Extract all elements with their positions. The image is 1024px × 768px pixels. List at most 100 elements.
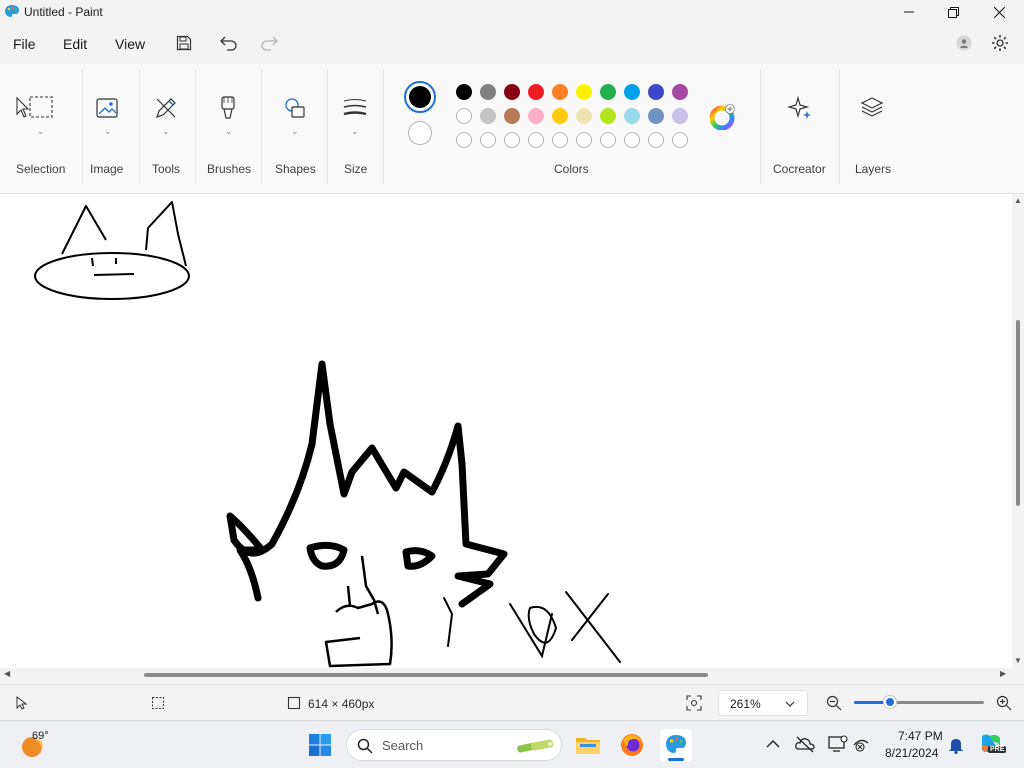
minimize-button[interactable] — [886, 0, 932, 24]
custom-color-slot[interactable] — [528, 132, 544, 148]
color-swatch[interactable] — [624, 84, 640, 100]
brushes-group[interactable]: ⌄ Brushes — [196, 64, 260, 188]
menu-view[interactable]: View — [115, 36, 145, 52]
shapes-tool[interactable] — [282, 94, 308, 122]
firefox-button[interactable] — [616, 729, 648, 761]
color-swatch[interactable] — [672, 108, 688, 124]
menu-file[interactable]: File — [13, 36, 36, 52]
drawing-canvas[interactable] — [0, 194, 1012, 668]
firefox-icon — [621, 734, 643, 756]
custom-color-slot[interactable] — [648, 132, 664, 148]
color-swatch[interactable] — [552, 84, 568, 100]
undo-button[interactable] — [218, 32, 240, 54]
color-swatch[interactable] — [504, 84, 520, 100]
paint-app-icon — [5, 5, 19, 17]
color-swatch[interactable] — [624, 108, 640, 124]
scroll-right-icon[interactable]: ▶ — [1000, 669, 1006, 678]
notification-bell-icon[interactable] — [948, 736, 964, 754]
restore-button[interactable] — [930, 0, 976, 24]
size-tool[interactable] — [342, 94, 368, 122]
save-button[interactable] — [173, 32, 195, 54]
scroll-left-icon[interactable]: ◀ — [4, 669, 10, 678]
brushes-label: Brushes — [207, 162, 252, 176]
display-icon[interactable] — [828, 735, 848, 753]
zoom-in-icon[interactable] — [996, 695, 1012, 711]
color-swatch[interactable] — [672, 84, 688, 100]
color-swatch[interactable] — [456, 84, 472, 100]
color-swatch[interactable] — [480, 84, 496, 100]
menu-bar: File Edit View — [0, 26, 1024, 62]
primary-color-swatch — [409, 86, 431, 108]
custom-color-slot[interactable] — [456, 132, 472, 148]
secondary-color-swatch[interactable] — [408, 121, 432, 145]
menu-edit[interactable]: Edit — [63, 36, 87, 52]
color-swatch[interactable] — [648, 108, 664, 124]
custom-color-slot[interactable] — [552, 132, 568, 148]
network-status-icon[interactable] — [852, 735, 872, 753]
zoom-out-icon[interactable] — [826, 695, 842, 711]
snout-drawing — [324, 555, 393, 668]
taskbar-search[interactable]: Search — [346, 729, 562, 761]
selection-group[interactable]: ⌄ Selection — [0, 64, 82, 188]
fit-to-window-icon[interactable] — [686, 695, 702, 711]
cocreator-tool[interactable] — [786, 94, 814, 122]
account-icon — [956, 35, 972, 51]
color-swatch[interactable] — [600, 84, 616, 100]
layers-tool[interactable] — [858, 94, 886, 122]
weather-widget[interactable]: 69° — [14, 729, 74, 761]
scroll-up-icon[interactable]: ▲ — [1014, 196, 1022, 205]
size-group[interactable]: ⌄ Size — [328, 64, 382, 188]
onedrive-offline-icon[interactable] — [795, 735, 815, 753]
file-explorer-button[interactable] — [572, 729, 604, 761]
redo-button[interactable] — [258, 32, 280, 54]
color-swatch[interactable] — [552, 108, 568, 124]
layers-group[interactable]: Layers — [840, 64, 904, 188]
selection-tool[interactable] — [14, 94, 54, 122]
paint-taskbar-button[interactable] — [660, 729, 692, 761]
brushes-tool[interactable] — [216, 94, 240, 122]
color-swatch[interactable] — [576, 84, 592, 100]
copilot-button[interactable]: PRE — [978, 732, 1007, 758]
chevron-down-icon: ⌄ — [351, 126, 359, 136]
primary-color-selector[interactable] — [404, 81, 436, 113]
color-swatch[interactable] — [480, 108, 496, 124]
image-tool[interactable] — [95, 94, 121, 122]
custom-color-slot[interactable] — [504, 132, 520, 148]
horizontal-scroll-thumb[interactable] — [144, 673, 708, 677]
color-swatch[interactable] — [456, 108, 472, 124]
title-bar: Untitled - Paint — [0, 0, 1024, 24]
tools-group[interactable]: ⌄ Tools — [140, 64, 194, 188]
custom-color-slot[interactable] — [624, 132, 640, 148]
close-button[interactable] — [976, 0, 1022, 24]
color-swatch[interactable] — [528, 108, 544, 124]
color-swatch[interactable] — [648, 84, 664, 100]
clock-time[interactable]: 7:47 PM — [898, 729, 943, 743]
vertical-scroll-thumb[interactable] — [1016, 320, 1020, 506]
zoom-slider-track[interactable] — [854, 696, 984, 708]
vertical-scrollbar[interactable]: ▲ ▼ — [1012, 194, 1024, 670]
zoom-dropdown[interactable]: 261% — [718, 690, 808, 716]
settings-button[interactable] — [989, 32, 1011, 54]
scroll-down-icon[interactable]: ▼ — [1014, 656, 1022, 665]
tools-tool[interactable] — [153, 94, 179, 122]
shapes-group[interactable]: ⌄ Shapes — [262, 64, 326, 188]
custom-color-slot[interactable] — [600, 132, 616, 148]
color-swatch[interactable] — [600, 108, 616, 124]
color-swatch[interactable] — [528, 84, 544, 100]
clock-date[interactable]: 8/21/2024 — [885, 746, 938, 760]
custom-color-slot[interactable] — [576, 132, 592, 148]
start-button[interactable] — [304, 729, 336, 761]
custom-color-slot[interactable] — [480, 132, 496, 148]
image-group[interactable]: ⌄ Image — [84, 64, 138, 188]
custom-color-slot[interactable] — [672, 132, 688, 148]
edit-colors-button[interactable] — [709, 104, 736, 131]
color-swatch[interactable] — [576, 108, 592, 124]
cocreator-group[interactable]: Cocreator — [762, 64, 838, 188]
account-button[interactable] — [953, 32, 975, 54]
color-swatch[interactable] — [504, 108, 520, 124]
horizontal-scrollbar[interactable]: ◀ ▶ — [0, 668, 1012, 682]
zoom-slider-thumb[interactable] — [884, 696, 897, 708]
window-title: Untitled - Paint — [24, 5, 103, 19]
chevron-up-icon[interactable] — [766, 739, 780, 749]
canvas-drawing — [34, 201, 621, 668]
